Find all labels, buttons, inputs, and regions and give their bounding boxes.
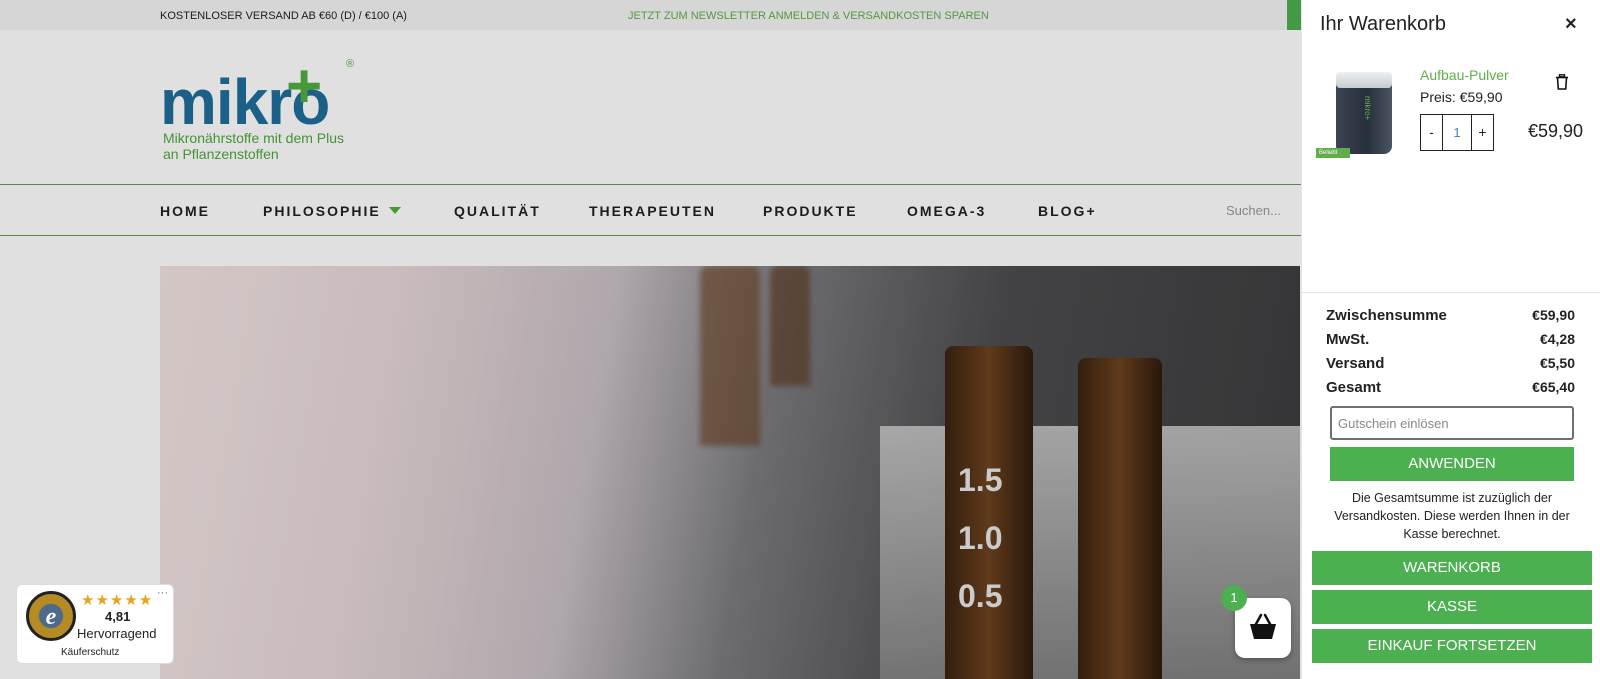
close-icon[interactable]: × [1565, 13, 1577, 36]
quantity-stepper: - 1 + [1420, 114, 1494, 151]
line-total: €59,90 [1528, 121, 1584, 141]
vat-value: €4,28 [1539, 331, 1575, 347]
decrease-quantity-button[interactable]: - [1421, 115, 1442, 150]
checkout-button[interactable]: KASSE [1312, 590, 1592, 624]
cart-count-badge: 1 [1221, 585, 1247, 611]
product-unit-price: Preis: €59,90 [1420, 89, 1503, 105]
subtotal-row: Zwischensumme €59,90 [1326, 307, 1575, 324]
rating-text: Hervorragend [77, 626, 157, 641]
shipping-label: Versand [1326, 355, 1385, 372]
view-cart-button[interactable]: WARENKORB [1312, 551, 1592, 585]
seal-letter: e [45, 604, 57, 630]
quantity-input[interactable]: 1 [1442, 115, 1472, 150]
trusted-shops-seal-icon: e [26, 591, 76, 641]
cart-title: Ihr Warenkorb [1320, 13, 1446, 35]
summary-divider [1302, 292, 1600, 293]
product-name-link[interactable]: Aufbau-Pulver [1420, 67, 1509, 83]
apply-coupon-button[interactable]: ANWENDEN [1330, 447, 1574, 481]
basket-icon [1250, 613, 1276, 639]
continue-shopping-button[interactable]: EINKAUF FORTSETZEN [1312, 629, 1592, 663]
total-row: Gesamt €65,40 [1326, 379, 1575, 396]
total-label: Gesamt [1326, 379, 1382, 396]
vat-row: MwSt. €4,28 [1326, 331, 1575, 348]
product-jar-lid [1336, 72, 1392, 88]
jar-brand-text: mikro+ [1363, 96, 1372, 121]
buyer-protection-label: Käuferschutz [61, 647, 120, 658]
more-icon[interactable]: ··· [157, 587, 168, 599]
shipping-info-note: Die Gesamtsumme ist zuzüglich der Versan… [1334, 491, 1570, 541]
trusted-shops-badge[interactable]: e ★★★★★ ··· 4,81 Hervorragend Käuferschu… [16, 584, 174, 664]
popular-badge: Beliebt [1316, 148, 1350, 158]
subtotal-value: €59,90 [1532, 307, 1575, 323]
product-image[interactable]: mikro+ Beliebt [1316, 66, 1398, 162]
shipping-row: Versand €5,50 [1326, 355, 1575, 372]
rating-stars: ★★★★★ [81, 592, 154, 609]
subtotal-label: Zwischensumme [1326, 307, 1447, 324]
total-value: €65,40 [1532, 379, 1575, 395]
coupon-input[interactable] [1330, 406, 1574, 440]
cart-float-button[interactable] [1235, 598, 1291, 658]
page-dim-overlay[interactable] [0, 0, 1301, 679]
shipping-value: €5,50 [1539, 355, 1575, 371]
rating-value: 4,81 [105, 609, 131, 624]
cart-drawer: Ihr Warenkorb × mikro+ Beliebt Aufbau-Pu… [1301, 0, 1600, 679]
vat-label: MwSt. [1326, 331, 1370, 348]
increase-quantity-button[interactable]: + [1472, 115, 1493, 150]
trash-icon[interactable] [1555, 74, 1569, 90]
